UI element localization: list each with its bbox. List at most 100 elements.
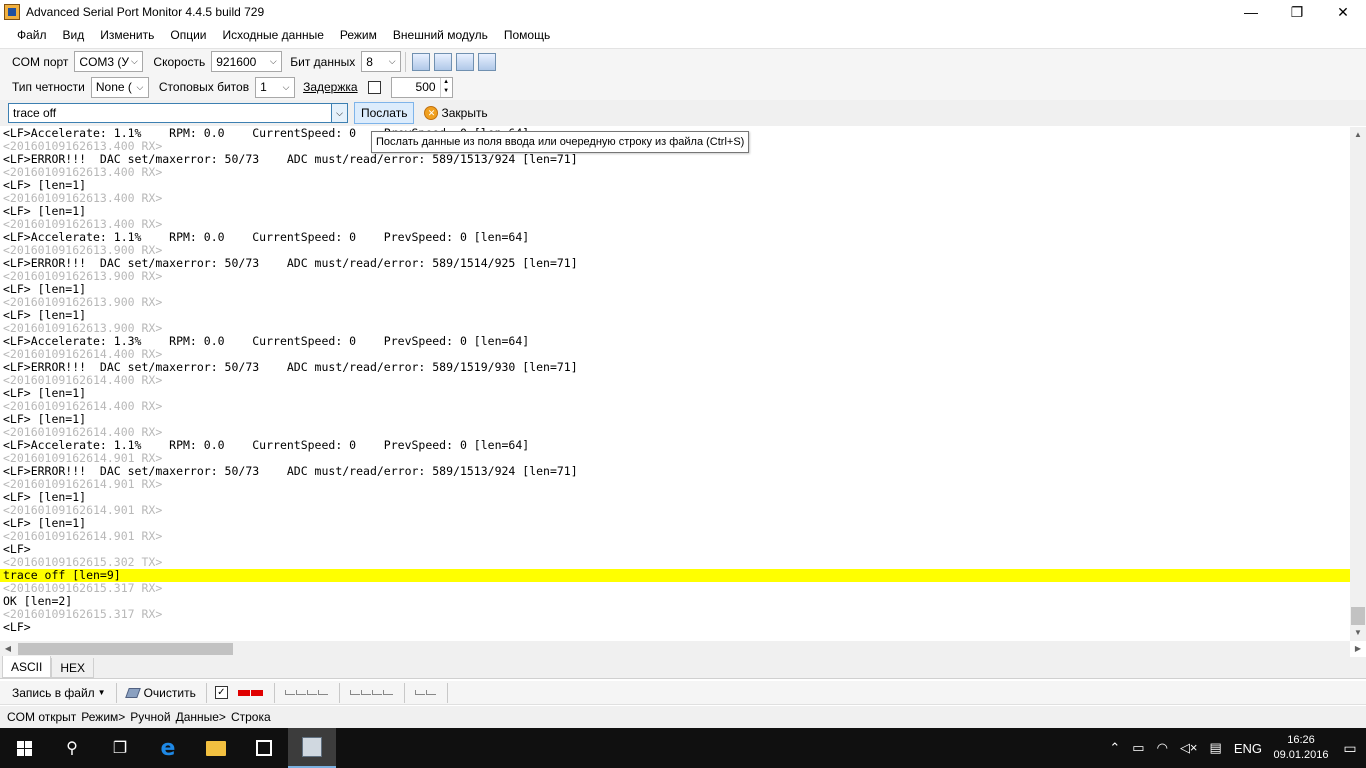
status-data-label: Данные> [175, 710, 226, 724]
taskbar: ⚲ ❐ e ⌃ ▭ ◠ ◁× ▤ ENG 16:26 09.01.2016 ▭ [0, 728, 1366, 768]
serial-monitor-taskbar-icon[interactable] [288, 728, 336, 768]
port-settings-icon[interactable] [412, 52, 431, 71]
log-timestamp: <20160109162613.900 RX> [3, 295, 163, 309]
clock-time: 16:26 [1287, 734, 1315, 746]
wifi-icon[interactable]: ◠ [1151, 740, 1174, 756]
menu-edit[interactable]: Изменить [92, 28, 162, 42]
log-line: <LF>ERROR!!! DAC set/maxerror: 50/73 ADC… [3, 152, 578, 166]
send-input[interactable]: trace off ⌵ [8, 103, 348, 123]
record-label: Запись в файл [12, 685, 95, 700]
log-line: <LF> [len=1] [3, 178, 87, 192]
log-line: <LF> [3, 542, 31, 556]
horizontal-scrollbar[interactable]: ◀ ▶ [0, 641, 1361, 657]
tab-ascii[interactable]: ASCII [2, 656, 52, 678]
menu-source-data[interactable]: Исходные данные [215, 28, 332, 42]
stop-bits-label: Стоповых битов [158, 80, 250, 94]
maximize-button[interactable]: ❐ [1274, 0, 1320, 24]
line-toolbar: Тип четности None ( ⌵ Стоповых битов 1 ⌵… [0, 74, 1366, 100]
keyboard-icon[interactable]: ▤ [1204, 740, 1228, 756]
scroll-right-icon[interactable]: ▶ [1350, 641, 1366, 657]
title-bar: Advanced Serial Port Monitor 4.4.5 build… [0, 0, 1366, 24]
delay-label: Задержка [303, 80, 358, 94]
file-explorer-icon[interactable] [192, 728, 240, 768]
status-mode-value: Ручной [130, 710, 171, 724]
log-timestamp: <20160109162613.400 RX> [3, 165, 163, 179]
battery-icon[interactable]: ▭ [1126, 740, 1150, 756]
vertical-scrollbar[interactable]: ▲ ▼ [1350, 127, 1366, 641]
menu-help[interactable]: Помощь [496, 28, 558, 42]
com-port-select[interactable]: COM3 (У ⌵ [74, 51, 144, 72]
hscroll-thumb[interactable] [18, 643, 233, 655]
separator [205, 682, 207, 703]
scroll-thumb[interactable] [1351, 607, 1365, 625]
close-circle-icon: ✕ [424, 106, 439, 120]
send-button[interactable]: Послать [354, 102, 415, 124]
speed-select[interactable]: 921600 ⌵ [211, 51, 283, 72]
data-bits-value: 8 [366, 54, 373, 69]
port-toolbar: COM порт COM3 (У ⌵ Скорость 921600 ⌵ Бит… [0, 48, 1366, 74]
separator [115, 682, 117, 703]
log-timestamp: <20160109162615.317 RX> [3, 581, 163, 595]
record-to-file-button[interactable]: Запись в файл ▼ [6, 686, 112, 700]
delay-checkbox[interactable] [367, 80, 381, 94]
copy-settings-icon[interactable] [434, 52, 453, 71]
language-indicator[interactable]: ENG [1228, 741, 1268, 756]
separator [446, 682, 448, 703]
clock[interactable]: 16:26 09.01.2016 [1268, 733, 1334, 763]
data-bits-select[interactable]: 8 ⌵ [361, 51, 402, 72]
stop-bits-select[interactable]: 1 ⌵ [255, 76, 296, 98]
edge-browser-icon[interactable]: e [144, 728, 192, 768]
task-view-icon[interactable]: ❐ [96, 728, 144, 768]
terminal-log[interactable]: <LF>Accelerate: 1.1% RPM: 0.0 CurrentSpe… [0, 127, 1350, 641]
log-line: <LF> [len=1] [3, 386, 87, 400]
document-icon[interactable] [478, 52, 497, 71]
menu-view[interactable]: Вид [55, 28, 93, 42]
clear-button[interactable]: Очистить [121, 686, 202, 700]
signal-leds-a [284, 690, 329, 695]
led-red-icon [237, 689, 250, 696]
autoscroll-checkbox[interactable]: ✓ [214, 686, 228, 699]
chevron-up-icon[interactable]: ⌃ [1103, 740, 1126, 756]
chevron-down-icon[interactable]: ⌵ [331, 104, 347, 122]
eraser-icon [124, 687, 141, 698]
minimize-button[interactable]: — [1228, 0, 1274, 24]
scroll-down-icon[interactable]: ▼ [1350, 625, 1366, 641]
search-icon[interactable]: ⚲ [48, 728, 96, 768]
log-line: <LF>Accelerate: 1.1% RPM: 0.0 CurrentSpe… [3, 438, 530, 452]
scroll-left-icon[interactable]: ◀ [0, 641, 16, 657]
log-line: <LF>ERROR!!! DAC set/maxerror: 50/73 ADC… [3, 464, 578, 478]
notification-icon[interactable]: ▭ [1334, 728, 1366, 768]
chevron-down-icon: ⌵ [136, 81, 144, 92]
clock-date: 09.01.2016 [1273, 749, 1329, 761]
close-port-button[interactable]: ✕ Закрыть [418, 102, 493, 124]
signal-leds-c [414, 690, 437, 695]
com-port-value: COM3 (У [79, 54, 130, 69]
spinner-arrows-icon[interactable]: ▲ ▼ [439, 77, 452, 97]
delay-value: 500 [415, 79, 436, 94]
data-bits-label: Бит данных [290, 54, 356, 69]
clear-label: Очистить [143, 685, 196, 700]
speed-label: Скорость [153, 54, 206, 69]
send-button-label: Послать [361, 106, 408, 120]
signal-leds-b [349, 690, 394, 695]
menu-file[interactable]: Файл [9, 28, 55, 42]
parity-select[interactable]: None ( ⌵ [90, 76, 149, 98]
store-icon[interactable] [240, 728, 288, 768]
send-input-value: trace off [13, 106, 57, 120]
volume-mute-icon[interactable]: ◁× [1174, 740, 1204, 756]
system-tray: ⌃ ▭ ◠ ◁× ▤ ENG 16:26 09.01.2016 ▭ [1103, 728, 1366, 768]
tab-hex[interactable]: HEX [51, 658, 95, 678]
log-line: <LF> [len=1] [3, 204, 87, 218]
menu-external-module[interactable]: Внешний модуль [385, 28, 496, 42]
scroll-up-icon[interactable]: ▲ [1350, 127, 1366, 143]
log-timestamp: <20160109162615.317 RX> [3, 607, 163, 621]
menu-options[interactable]: Опции [162, 28, 214, 42]
log-timestamp: <20160109162614.400 RX> [3, 373, 163, 387]
refresh-port-icon[interactable] [456, 52, 475, 71]
status-data-value: Строка [230, 710, 271, 724]
close-window-button[interactable]: ✕ [1320, 0, 1366, 24]
start-button[interactable] [0, 728, 48, 768]
log-timestamp: <20160109162614.901 RX> [3, 477, 163, 491]
delay-spinner[interactable]: 500 ▲ ▼ [390, 76, 453, 98]
menu-mode[interactable]: Режим [332, 28, 385, 42]
